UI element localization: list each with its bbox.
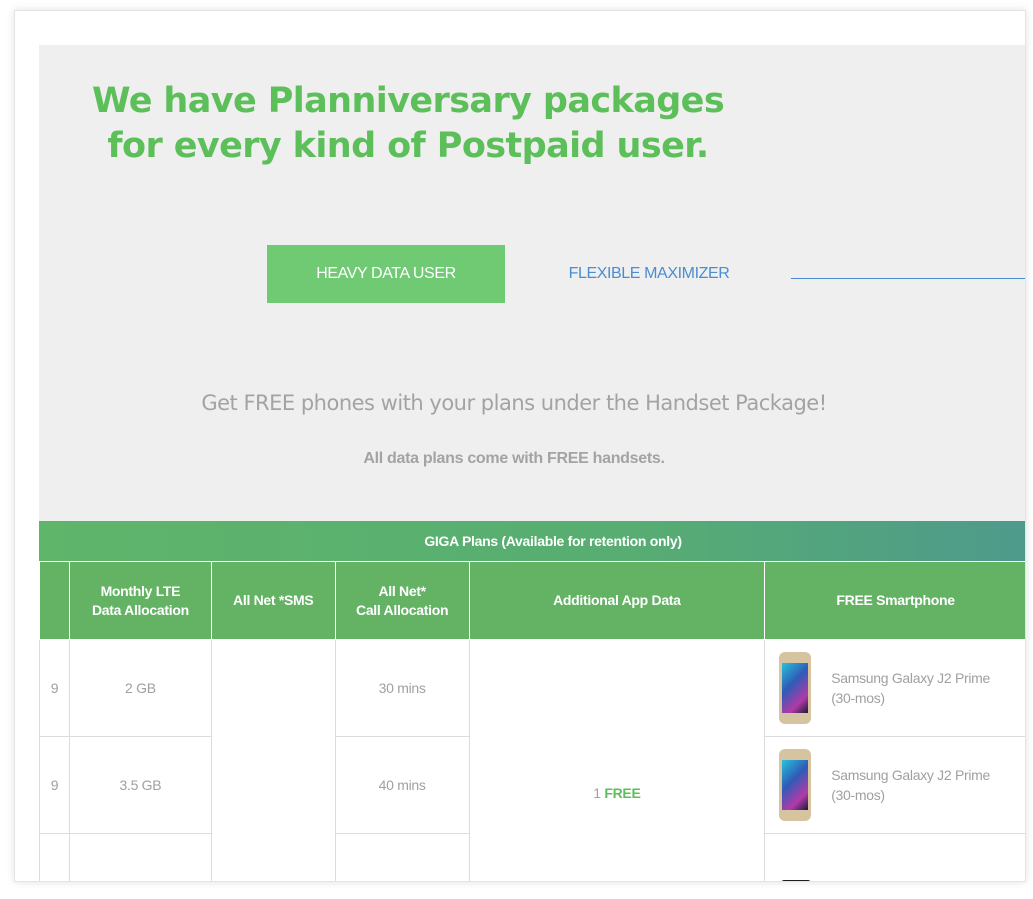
phone-name: Samsung Galaxy J2 Prime (30-mos) — [831, 765, 990, 805]
data-allocation-cell: 2 GB — [68, 639, 212, 737]
table-title: GIGA Plans (Available for retention only… — [39, 521, 1025, 561]
smartphone-cell: Samsung Galaxy J2 Prime (30-mos) — [764, 736, 1025, 834]
call-allocation-cell — [334, 833, 470, 881]
plans-panel: We have Planniversary packages for every… — [39, 45, 1025, 881]
page-frame: We have Planniversary packages for every… — [14, 10, 1026, 882]
tab-heavy-data-user[interactable]: HEAVY DATA USER — [267, 245, 505, 303]
header-call-allocation: All Net* Call Allocation — [334, 561, 470, 640]
phone-model: Samsung Galaxy J2 Prime — [831, 767, 991, 783]
header-price — [39, 561, 70, 640]
smartphone-cell — [764, 833, 1025, 881]
app-data-free-label: FREE — [604, 785, 641, 801]
phone-name: Samsung Galaxy J2 Prime (30-mos) — [831, 668, 990, 708]
data-allocation-cell — [68, 833, 212, 881]
data-allocation-cell: 3.5 GB — [68, 736, 212, 834]
smartphone-cell: Samsung Galaxy J2 Prime (30-mos) — [764, 639, 1025, 737]
call-allocation-cell: 40 mins — [334, 736, 470, 834]
header-data-allocation: Monthly LTE Data Allocation — [68, 561, 212, 640]
price-cell: 9 — [39, 639, 70, 737]
promo-subtitle: All data plans come with FREE handsets. — [363, 450, 665, 467]
promo-title: Get FREE phones with your plans under th… — [201, 391, 827, 415]
table-header-row: Monthly LTE Data Allocation All Net *SMS… — [39, 561, 1025, 640]
header-sms: All Net *SMS — [210, 561, 336, 640]
phone-image — [781, 880, 812, 881]
phone-model: Samsung Galaxy J2 Prime — [831, 670, 991, 686]
phone-term: (30-mos) — [831, 787, 885, 803]
app-data-count: 1 — [593, 785, 601, 801]
app-data-note: 1 FREE — [470, 785, 765, 801]
tab-flexible-maximizer[interactable]: FLEXIBLE MAXIMIZER — [529, 245, 769, 303]
sms-cell — [210, 639, 336, 881]
headline-line-1: We have Planniversary packages — [91, 81, 725, 121]
table-row: 9 2 GB 30 mins 1 FREE Samsung Galaxy J2 … — [39, 639, 1025, 881]
price-cell — [39, 833, 70, 881]
phone-image — [779, 652, 812, 724]
header-free-smartphone: FREE Smartphone — [764, 561, 1025, 640]
header-app-data: Additional App Data — [468, 561, 766, 640]
page-headline: We have Planniversary packages for every… — [39, 79, 777, 169]
phone-term: (30-mos) — [831, 690, 885, 706]
plans-table: Monthly LTE Data Allocation All Net *SMS… — [39, 561, 1025, 881]
app-data-cell: 1 FREE — [468, 639, 766, 881]
price-cell: 9 — [39, 736, 70, 834]
tab-divider-line — [791, 278, 1025, 279]
call-allocation-cell: 30 mins — [334, 639, 470, 737]
phone-image — [779, 749, 812, 821]
headline-line-2: for every kind of Postpaid user. — [107, 126, 709, 166]
